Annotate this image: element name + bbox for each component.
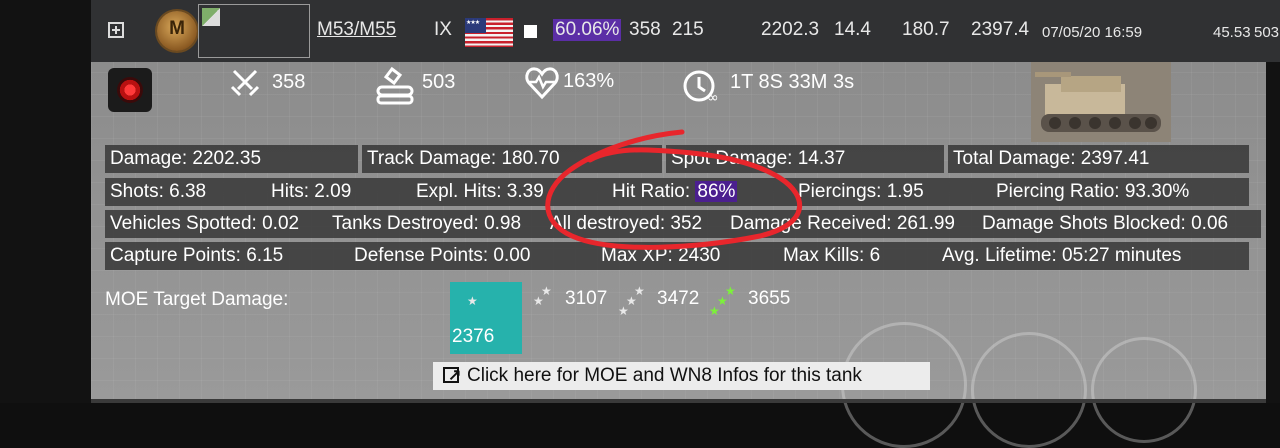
star-icon: ★ [467, 294, 478, 308]
stat-hits: Hits: 2.09 [266, 178, 412, 206]
stat-vehicles-spotted: Vehicles Spotted: 0.02 [105, 210, 327, 238]
two-mark-stars-icon: ★ ★ ★ [618, 284, 645, 318]
avg-track: 180.7 [902, 19, 950, 40]
tank-row-header[interactable]: M M53/M55 IX 60.06% 358 215 2202.3 14.4 … [91, 0, 1280, 62]
extra-value: 503 [1254, 24, 1280, 41]
bottom-divider [91, 399, 1266, 403]
expand-icon[interactable] [108, 22, 124, 38]
summary-battles: 358 [272, 71, 306, 93]
moe-wn8-info-link[interactable]: Click here for MOE and WN8 Infos for thi… [433, 362, 930, 390]
game-mode-icon [108, 68, 152, 112]
stat-tanks-destroyed: Tanks Destroyed: 0.98 [327, 210, 545, 238]
stat-piercings: Piercings: 1.95 [793, 178, 991, 206]
left-margin [0, 0, 91, 403]
wn8-small: 45.53 [1213, 24, 1251, 41]
external-link-icon [443, 362, 461, 390]
usa-flag-icon [465, 18, 513, 47]
stat-total-damage: Total Damage: 2397.41 [948, 145, 1249, 173]
stat-damage-received: Damage Received: 261.99 [725, 210, 977, 238]
stat-spot-damage: Spot Damage: 14.37 [666, 145, 944, 173]
summary-playtime: 1T 8S 33M 3s [730, 71, 855, 93]
last-played: 07/05/20 16:59 [1042, 24, 1143, 41]
three-mark-stars-icon: ★ ★ ★ [709, 284, 736, 318]
crossed-swords-icon [230, 69, 260, 97]
stat-capture-points: Capture Points: 6.15 [105, 242, 349, 270]
stat-track-damage: Track Damage: 180.70 [362, 145, 662, 173]
stat-max-kills: Max Kills: 6 [778, 242, 937, 270]
stat-defense-points: Defense Points: 0.00 [349, 242, 596, 270]
summary-frags: 503 [422, 71, 456, 93]
avg-spot: 14.4 [834, 19, 871, 40]
stat-piercing-ratio: Piercing Ratio: 93.30% [991, 178, 1249, 206]
stat-avg-lifetime: Avg. Lifetime: 05:27 minutes [937, 242, 1249, 270]
hit-ratio-label: Hit Ratio: [612, 181, 691, 202]
screen: M M53/M55 IX 60.06% 358 215 2202.3 14.4 … [0, 0, 1280, 448]
stat-all-destroyed: All destroyed: 352 [545, 210, 725, 238]
stat-hit-ratio: Hit Ratio: 86% [598, 178, 793, 206]
stat-shots: Shots: 6.38 [105, 178, 266, 206]
stat-damage: Damage: 2202.35 [105, 145, 358, 173]
win-rate: 60.06% [553, 19, 622, 41]
moe-current-value: 2376 [452, 326, 495, 347]
summary-wn8-percent: 163% [563, 70, 615, 92]
svg-text:∞: ∞ [707, 90, 719, 104]
stat-expl-hits: Expl. Hits: 3.39 [412, 178, 598, 206]
avg-damage: 2202.3 [761, 19, 820, 40]
playtime-icon: ∞ [683, 70, 719, 104]
stat-damage-blocked: Damage Shots Blocked: 0.06 [977, 210, 1261, 238]
tank-thumbnail [1031, 62, 1171, 142]
one-mark-star-icon: ★ ★ [533, 284, 552, 308]
tier-label: IX [434, 19, 452, 40]
moe-target-label: MOE Target Damage: [105, 289, 289, 310]
premium-marker-icon [524, 25, 537, 38]
flag-canton [465, 18, 486, 33]
moe-one-mark: 3107 [565, 288, 608, 309]
avg-total: 2397.4 [971, 19, 1030, 40]
blueprint-wheel [971, 332, 1087, 448]
stat-max-xp: Max XP: 2430 [596, 242, 778, 270]
moe-link-text: Click here for MOE and WN8 Infos for thi… [467, 365, 862, 386]
wins-count: 215 [672, 19, 704, 40]
hit-ratio-value: 86% [695, 181, 738, 202]
moe-two-marks: 3472 [657, 288, 700, 309]
moe-three-marks: 3655 [748, 288, 791, 309]
heartbeat-icon [525, 67, 559, 100]
artillery-icon [376, 66, 414, 105]
tank-name-link[interactable]: M53/M55 [317, 19, 396, 41]
battles-count: 358 [629, 19, 661, 40]
blueprint-wheel [1091, 337, 1197, 443]
mastery-badge-icon: M [157, 11, 197, 51]
tank-detail-panel: 358 503 163% ∞ 1T 8S 33M 3s Damage: 2202… [91, 62, 1266, 448]
moe-current-box: ★ 2376 [450, 282, 522, 354]
tank-image-broken [198, 4, 310, 58]
